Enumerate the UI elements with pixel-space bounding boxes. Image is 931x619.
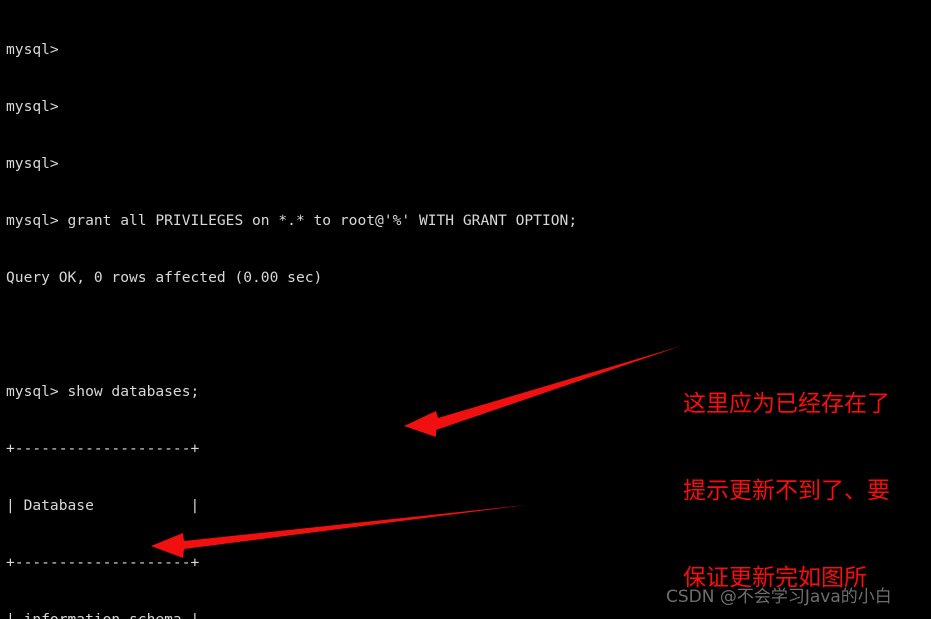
annotation-text-block: 这里应为已经存在了 提示更新不到了、要 保证更新完如图所 示。 xyxy=(683,332,890,619)
terminal-line: | information_schema | xyxy=(6,610,706,619)
terminal-line: mysql> xyxy=(6,41,59,58)
annotation-line: 这里应为已经存在了 xyxy=(683,391,890,417)
terminal-screenshot: mysql> mysql> mysql> mysql> grant all PR… xyxy=(0,0,931,619)
terminal-line: mysql> grant all PRIVILEGES on *.* to ro… xyxy=(6,212,578,229)
terminal-line: mysql> xyxy=(6,98,59,115)
terminal-line: +--------------------+ xyxy=(6,554,200,571)
terminal-line: mysql> xyxy=(6,155,59,172)
terminal-output[interactable]: mysql> mysql> mysql> mysql> grant all PR… xyxy=(6,2,706,619)
annotation-line: 提示更新不到了、要 xyxy=(683,478,890,504)
csdn-watermark: CSDN @不会学习Java的小白 xyxy=(666,587,892,607)
terminal-line: mysql> show databases; xyxy=(6,383,200,400)
terminal-line: +--------------------+ xyxy=(6,440,200,457)
terminal-line: | Database | xyxy=(6,497,200,514)
terminal-line: Query OK, 0 rows affected (0.00 sec) xyxy=(6,269,323,286)
